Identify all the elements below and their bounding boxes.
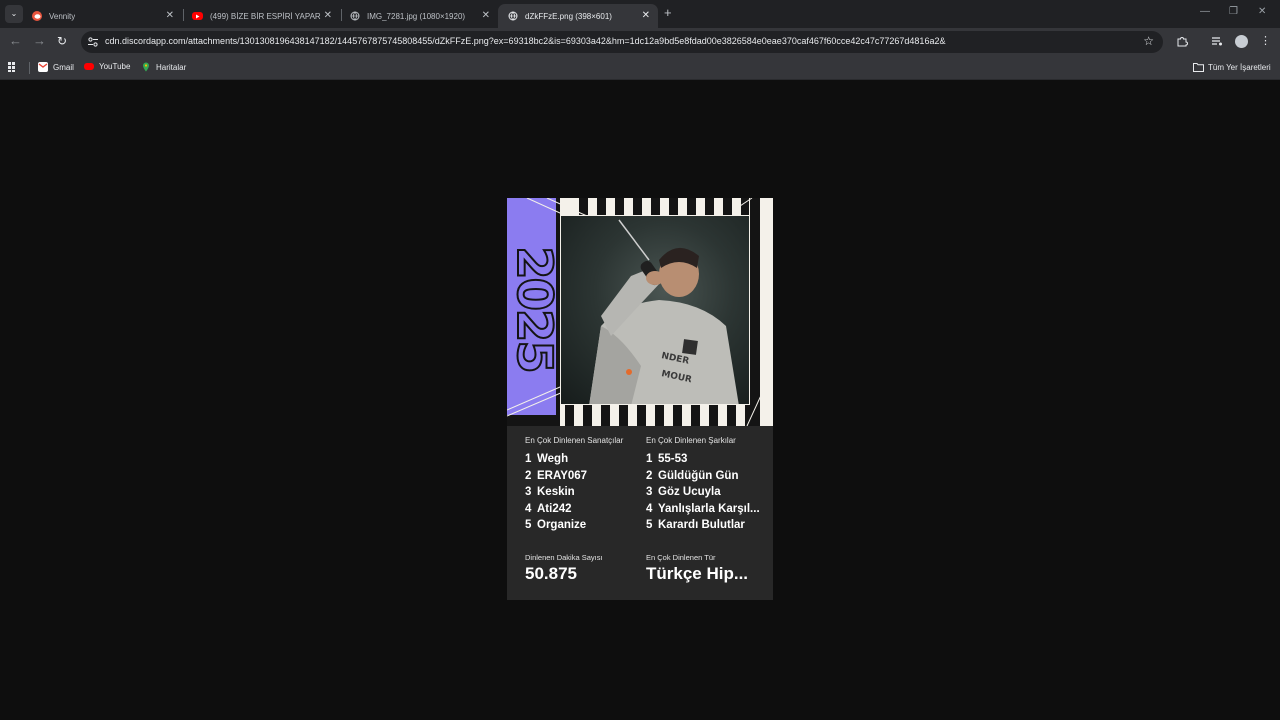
list-item: 1 55-53 <box>646 451 760 468</box>
tab-title: (499) BİZE BİR ESPİRİ YAPAR MI <box>210 11 322 21</box>
tab-dzkffze-active[interactable]: dZkFFzE.png (398×601) ✕ <box>498 4 658 28</box>
tab-vennity[interactable]: Vennity ✕ <box>22 4 182 28</box>
artist-name: Wegh <box>537 453 569 465</box>
rank-number: 5 <box>525 519 532 531</box>
song-name: Güldüğün Gün <box>658 469 739 482</box>
list-item: 4 Ati242 <box>525 501 623 518</box>
rank-number: 3 <box>646 486 653 498</box>
bookmark-divider <box>29 62 30 74</box>
apps-grid-icon[interactable] <box>8 62 18 72</box>
list-item: 4 Yanlışlarla Karşıl... <box>646 501 760 518</box>
chevron-down-icon: ⌄ <box>10 9 18 18</box>
restore-icon[interactable]: ❐ <box>1229 6 1238 17</box>
song-name: Karardı Bulutlar <box>658 519 745 531</box>
artist-name: Organize <box>537 519 587 531</box>
tab-title: Vennity <box>49 11 76 21</box>
rank-number: 2 <box>646 469 653 482</box>
youtube-icon <box>84 63 94 70</box>
bookmark-youtube[interactable]: YouTube <box>84 62 130 71</box>
tab-title: dZkFFzE.png (398×601) <box>525 11 612 21</box>
bookmark-star-icon[interactable]: ☆ <box>1143 34 1154 48</box>
menu-kebab-icon[interactable]: ⋮ <box>1259 35 1272 48</box>
bookmark-gmail[interactable]: Gmail <box>38 62 74 72</box>
song-name: Yanlışlarla Karşıl... <box>658 502 760 515</box>
rank-number: 5 <box>646 519 653 531</box>
window-close-icon[interactable]: ✕ <box>1258 6 1266 17</box>
artist-name: Ati242 <box>537 502 572 515</box>
displayed-image: 2025 NDER MOUR En Çok Dinlenen Sanatçıla… <box>507 198 773 600</box>
globe-icon <box>508 11 518 21</box>
performer-illustration: NDER MOUR <box>589 219 739 404</box>
rank-number: 2 <box>525 469 532 482</box>
list-item: 2 ERAY067 <box>525 468 623 485</box>
all-bookmarks-folder[interactable]: Tüm Yer İşaretleri <box>1193 62 1271 72</box>
top-songs-heading: En Çok Dinlenen Şarkılar <box>646 436 736 445</box>
address-bar[interactable]: cdn.discordapp.com/attachments/130130819… <box>81 31 1163 53</box>
bookmark-label: Gmail <box>53 62 74 72</box>
extensions-icon[interactable] <box>1175 35 1188 48</box>
artist-name: Keskin <box>537 486 575 498</box>
bookmarks-bar: Gmail YouTube Haritalar Tüm Yer İşaretle… <box>0 56 1280 80</box>
list-item: 5 Organize <box>525 517 623 534</box>
folder-icon <box>1193 62 1204 72</box>
back-arrow-icon[interactable]: ← <box>9 34 22 48</box>
forward-arrow-icon[interactable]: → <box>33 34 46 48</box>
reddit-icon <box>32 11 42 21</box>
list-item: 3 Keskin <box>525 484 623 501</box>
maps-pin-icon <box>141 62 151 72</box>
tab-search-button[interactable]: ⌄ <box>5 5 23 23</box>
profile-avatar[interactable] <box>1235 35 1248 48</box>
close-icon[interactable]: ✕ <box>324 10 332 21</box>
rank-number: 1 <box>525 453 532 465</box>
url-text[interactable]: cdn.discordapp.com/attachments/130130819… <box>105 36 945 46</box>
tab-strip: ⌄ Vennity ✕ (499) BİZE BİR ESPİRİ YAPAR … <box>0 0 1280 28</box>
close-icon[interactable]: ✕ <box>642 10 650 21</box>
browser-toolbar: ← → ↻ cdn.discordapp.com/attachments/130… <box>0 28 1280 56</box>
tab-youtube-video[interactable]: (499) BİZE BİR ESPİRİ YAPAR MI ✕ <box>182 4 340 28</box>
minutes-value: 50.875 <box>525 564 577 583</box>
bookmark-label: Tüm Yer İşaretleri <box>1208 62 1271 72</box>
bookmark-label: Haritalar <box>156 62 187 72</box>
rank-number: 4 <box>525 502 532 515</box>
artist-photo: NDER MOUR <box>560 215 750 405</box>
close-icon[interactable]: ✕ <box>166 10 174 21</box>
site-settings-icon[interactable] <box>87 36 99 48</box>
youtube-icon <box>192 12 203 20</box>
gmail-icon <box>38 62 48 72</box>
bookmark-maps[interactable]: Haritalar <box>141 62 186 72</box>
list-item: 5 Karardı Bulutlar <box>646 517 760 534</box>
stats-panel: En Çok Dinlenen Sanatçılar 1 Wegh 2 ERAY06… <box>507 426 773 600</box>
song-name: Göz Ucuyla <box>658 486 721 498</box>
globe-icon <box>350 11 360 21</box>
close-icon[interactable]: ✕ <box>482 10 490 21</box>
new-tab-plus-icon[interactable]: + <box>664 6 672 20</box>
image-artwork: 2025 NDER MOUR <box>507 198 773 426</box>
tab-img-7281[interactable]: IMG_7281.jpg (1080×1920) ✕ <box>340 4 498 28</box>
top-songs-section: En Çok Dinlenen Şarkılar 1 55-53 2 Güldüğü… <box>646 436 760 534</box>
rank-number: 3 <box>525 486 532 498</box>
minutes-heading: Dinlenen Dakika Sayısı <box>525 553 603 562</box>
top-artists-heading: En Çok Dinlenen Sanatçılar <box>525 436 624 445</box>
genre-heading: En Çok Dinlenen Tür <box>646 553 716 562</box>
genre-value: Türkçe Hip... <box>646 564 749 583</box>
reload-icon[interactable]: ↻ <box>57 34 67 48</box>
media-queue-icon[interactable] <box>1210 35 1223 48</box>
minimize-icon[interactable]: — <box>1200 6 1210 17</box>
list-item: 1 Wegh <box>525 451 623 468</box>
tab-title: IMG_7281.jpg (1080×1920) <box>367 11 466 21</box>
list-item: 3 Göz Ucuyla <box>646 484 760 501</box>
song-name: 55-53 <box>658 453 688 465</box>
artist-name: ERAY067 <box>537 469 588 482</box>
top-artists-section: En Çok Dinlenen Sanatçılar 1 Wegh 2 ERAY06… <box>525 436 623 534</box>
bookmark-label: YouTube <box>99 62 131 71</box>
rank-number: 1 <box>646 453 653 465</box>
list-item: 2 Güldüğün Gün <box>646 468 760 485</box>
rank-number: 4 <box>646 502 653 515</box>
